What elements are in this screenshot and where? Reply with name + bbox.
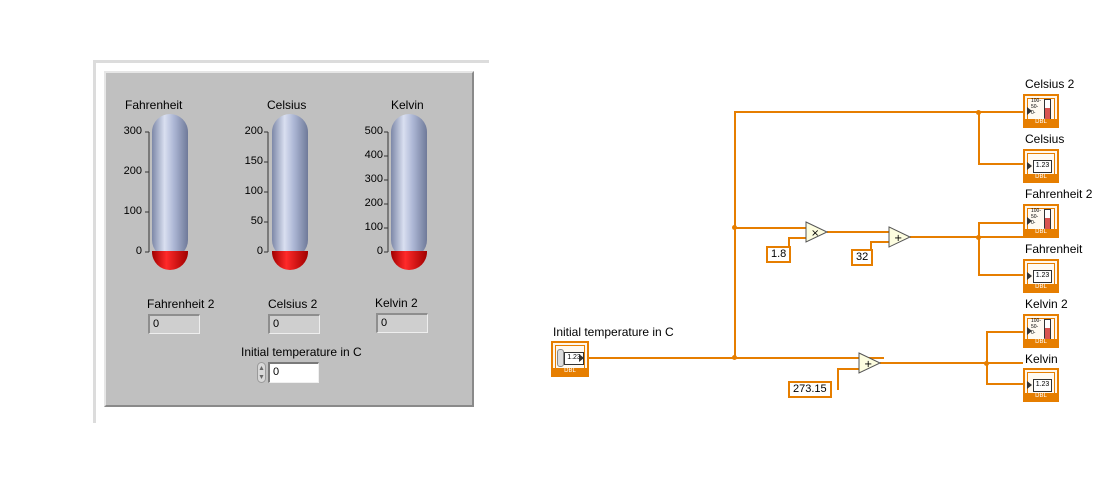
wire <box>986 383 1023 385</box>
wire-junction <box>732 355 737 360</box>
wire <box>734 227 806 229</box>
gauge-scale: 100- 50- 0- <box>1031 318 1042 336</box>
kelvin-2-terminal[interactable]: 100- 50- 0- DBL <box>1023 314 1059 348</box>
spinner-icon <box>557 349 564 367</box>
numeric-icon: 1.23 <box>1033 379 1052 392</box>
increment-spinner[interactable] <box>257 362 266 383</box>
multiply-symbol: × <box>811 228 819 239</box>
type-tag: DBL <box>1025 119 1057 126</box>
numeric-icon: 1.23 <box>1033 270 1052 283</box>
thermometer-icon <box>1044 99 1051 121</box>
kelvin-thermometer <box>391 114 427 270</box>
wire <box>986 331 1023 333</box>
gauge-scale: 100- 50- 0- <box>1031 208 1042 226</box>
wire <box>978 222 1023 224</box>
wire <box>978 163 1023 165</box>
wire <box>986 331 988 385</box>
initial-temp-terminal[interactable]: 1.23 DBL <box>551 341 589 377</box>
kelvin-terminal[interactable]: 1.23 DBL <box>1023 368 1059 402</box>
type-tag: DBL <box>1025 229 1057 236</box>
wire <box>978 222 980 276</box>
constant-273-15[interactable]: 273.15 <box>788 381 832 398</box>
add-symbol: + <box>894 233 902 244</box>
terminal-label-fahrenheit: Fahrenheit <box>1025 242 1083 256</box>
type-tag: DBL <box>1025 174 1057 181</box>
initial-temp-label: Initial temperature in C <box>241 345 362 359</box>
wire <box>837 368 839 390</box>
add-node[interactable]: + <box>888 226 912 248</box>
fahrenheit-2-label: Fahrenheit 2 <box>147 297 215 311</box>
terminal-label-celsius-2: Celsius 2 <box>1025 77 1075 91</box>
wire-junction <box>976 235 981 240</box>
type-tag: DBL <box>553 368 587 375</box>
terminal-label-kelvin-2: Kelvin 2 <box>1025 297 1068 311</box>
wire <box>978 274 1023 276</box>
wire <box>734 111 736 358</box>
wire <box>880 362 1023 364</box>
input-arrow-icon <box>1027 272 1032 280</box>
terminal-label-fahrenheit-2: Fahrenheit 2 <box>1025 187 1093 201</box>
add-symbol: + <box>864 359 872 370</box>
celsius-2-indicator: 0 <box>268 314 320 334</box>
wire <box>837 368 859 370</box>
kelvin-scale <box>384 131 389 253</box>
multiply-node[interactable]: × <box>805 221 829 243</box>
input-arrow-icon <box>1027 381 1032 389</box>
fahrenheit-2-terminal[interactable]: 100- 50- 0- DBL <box>1023 204 1059 238</box>
type-tag: DBL <box>1025 393 1057 400</box>
wire <box>870 241 889 243</box>
wire <box>734 357 859 359</box>
add-node[interactable]: + <box>858 352 882 374</box>
celsius-2-label: Celsius 2 <box>268 297 318 311</box>
input-arrow-icon <box>1027 162 1032 170</box>
thermometer-graphics <box>145 114 427 270</box>
output-arrow-icon <box>579 354 584 362</box>
wire-junction <box>984 361 989 366</box>
terminal-label-kelvin: Kelvin <box>1025 352 1058 366</box>
wire <box>827 231 889 233</box>
constant-32[interactable]: 32 <box>851 249 874 266</box>
thermometer-icon <box>1044 319 1051 341</box>
constant-1-8[interactable]: 1.8 <box>766 246 792 263</box>
fahrenheit-2-indicator: 0 <box>148 314 200 334</box>
type-tag: DBL <box>1025 284 1057 291</box>
fahrenheit-terminal[interactable]: 1.23 DBL <box>1023 259 1059 293</box>
celsius-2-terminal[interactable]: 100- 50- 0- DBL <box>1023 94 1059 128</box>
wire <box>788 237 806 239</box>
control-terminal-label: Initial temperature in C <box>553 325 674 339</box>
gauge-scale: 100- 50- 0- <box>1031 98 1042 116</box>
fahrenheit-scale <box>145 131 150 253</box>
initial-temp-input[interactable]: 0 <box>268 362 319 383</box>
type-tag: DBL <box>1025 339 1057 346</box>
kelvin-2-indicator: 0 <box>376 313 428 333</box>
celsius-scale <box>264 131 269 253</box>
wire-junction <box>732 225 737 230</box>
wire-junction <box>976 110 981 115</box>
fahrenheit-thermometer <box>152 114 188 270</box>
numeric-icon: 1.23 <box>1033 160 1052 173</box>
kelvin-2-label: Kelvin 2 <box>375 296 418 310</box>
celsius-thermometer <box>272 114 308 270</box>
wire <box>978 111 980 165</box>
thermometer-icon <box>1044 209 1051 231</box>
wire <box>910 236 1023 238</box>
terminal-label-celsius: Celsius <box>1025 132 1065 146</box>
celsius-terminal[interactable]: 1.23 DBL <box>1023 149 1059 183</box>
